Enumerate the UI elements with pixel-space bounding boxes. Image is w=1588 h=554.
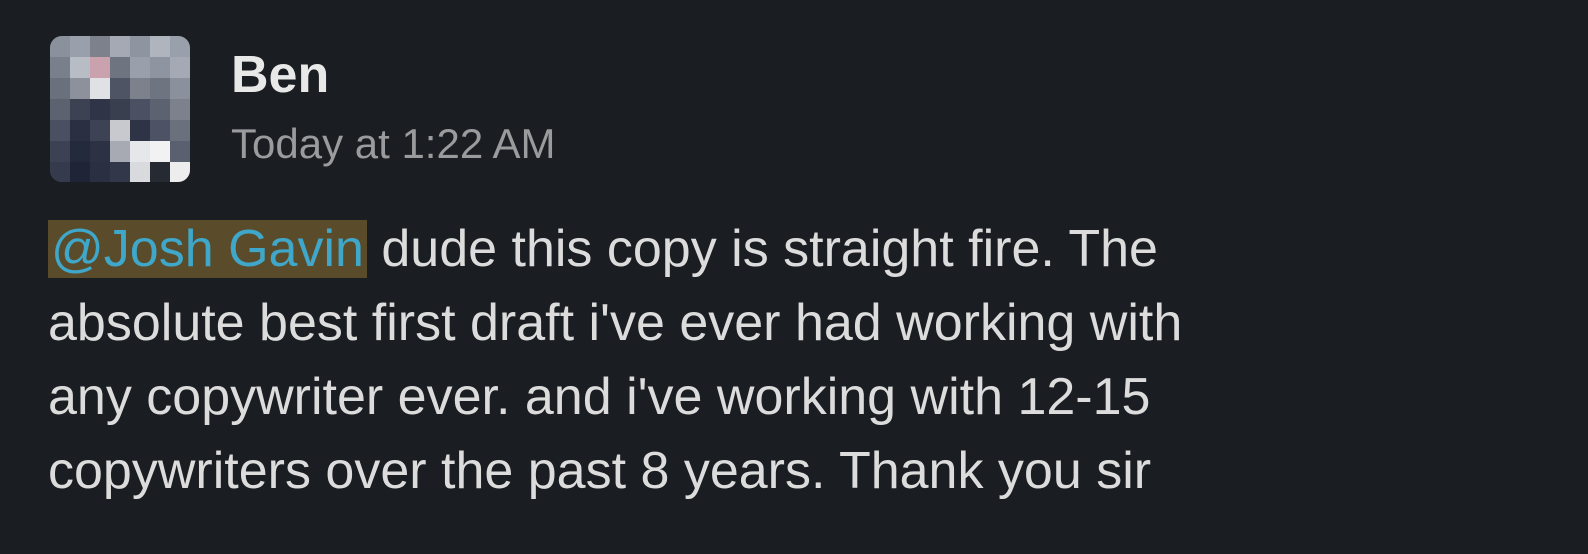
author-name[interactable]: Ben [231,45,329,105]
message-line: copywriters over the past 8 years. Thank… [48,442,1152,500]
message-line: absolute best first draft i've ever had … [48,294,1183,352]
message-body: @Josh Gavin dude this copy is straight f… [48,212,1558,508]
chat-message-view: Ben Today at 1:22 AM @Josh Gavin dude th… [0,0,1588,554]
message-text: dude this copy is straight fire. The [366,220,1158,278]
avatar[interactable] [50,36,190,182]
user-mention[interactable]: @Josh Gavin [48,220,367,278]
message-timestamp[interactable]: Today at 1:22 AM [231,118,556,170]
message-line: @Josh Gavin dude this copy is straight f… [48,212,1558,286]
message-line: any copywriter ever. and i've working wi… [48,368,1151,426]
